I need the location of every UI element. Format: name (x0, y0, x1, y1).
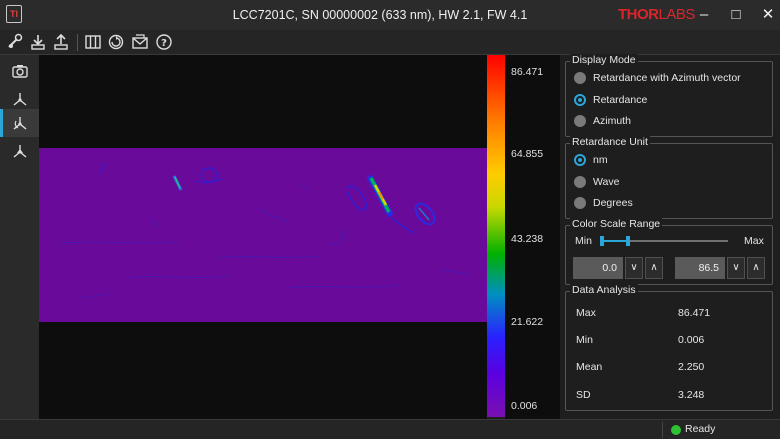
colorbar-label-25: 21.622 (511, 316, 544, 328)
app-icon: Tl (6, 5, 22, 23)
color-scale-labels: 86.471 64.855 43.238 21.622 0.006 (505, 55, 560, 419)
camera-view-button[interactable] (0, 57, 39, 85)
max-increment-button[interactable]: ∧ (747, 257, 765, 279)
axes-rotated-view-button[interactable] (0, 109, 39, 137)
maximize-button[interactable]: □ (720, 0, 752, 30)
radio-icon (574, 72, 586, 84)
window-title: LCC7201C, SN 00000002 (633 nm), HW 2.1, … (232, 8, 528, 22)
radio-retardance[interactable]: Retardance (574, 92, 647, 108)
display-mode-group: Display Mode Retardance with Azimuth vec… (565, 54, 773, 137)
title-bar: Tl LCC7201C, SN 00000002 (633 nm), HW 2.… (0, 0, 780, 30)
min-increment-button[interactable]: ∧ (645, 257, 663, 279)
radio-retardance-azimuth[interactable]: Retardance with Azimuth vector (574, 70, 741, 86)
refresh-icon[interactable] (107, 33, 125, 51)
retardance-image[interactable] (39, 148, 487, 322)
close-button[interactable]: ✕ (752, 0, 780, 30)
color-range-slider[interactable] (600, 236, 728, 246)
help-icon[interactable]: ? (155, 33, 173, 51)
slider-max-thumb[interactable] (626, 236, 630, 246)
radio-unit-nm[interactable]: nm (574, 152, 608, 168)
colorbar-label-75: 64.855 (511, 148, 544, 160)
radio-azimuth[interactable]: Azimuth (574, 113, 631, 129)
slider-min-label: Min (575, 235, 592, 247)
data-analysis-title: Data Analysis (570, 284, 638, 296)
colorbar-label-50: 43.238 (511, 233, 544, 245)
slider-range-fill (602, 240, 628, 242)
axes-icon (13, 93, 27, 106)
settings-icon[interactable] (6, 33, 24, 51)
data-analysis-group: Data Analysis Max 86.471 Min 0.006 Mean … (565, 284, 773, 411)
retardance-unit-group: Retardance Unit nm Wave Degrees (565, 136, 773, 219)
svg-text:?: ? (161, 38, 167, 49)
toolbar: ? (0, 30, 780, 55)
radio-icon (574, 176, 586, 188)
camera-icon (12, 65, 28, 78)
min-decrement-button[interactable]: ∨ (625, 257, 643, 279)
status-divider (662, 422, 663, 438)
view-sidebar (0, 55, 39, 419)
max-value-field[interactable]: 86.5 (675, 257, 725, 279)
toolbar-divider (77, 34, 78, 51)
slider-max-label: Max (744, 235, 764, 247)
display-mode-title: Display Mode (570, 54, 638, 66)
minimize-button[interactable]: – (688, 0, 720, 30)
radio-unit-degrees[interactable]: Degrees (574, 195, 633, 211)
radio-checked-icon (574, 154, 586, 166)
settings-panel: Display Mode Retardance with Azimuth vec… (560, 54, 780, 419)
export-icon[interactable] (52, 33, 70, 51)
colorbar-label-min: 0.006 (511, 400, 538, 412)
status-text: Ready (685, 423, 716, 435)
save-download-icon[interactable] (29, 33, 47, 51)
radio-checked-icon (574, 94, 586, 106)
status-indicator-icon (671, 425, 681, 435)
thorlabs-logo: THORLABS (618, 6, 695, 23)
radio-icon (574, 115, 586, 127)
slider-min-thumb[interactable] (600, 236, 604, 246)
radio-unit-wave[interactable]: Wave (574, 174, 619, 190)
retardance-unit-title: Retardance Unit (570, 136, 650, 148)
radio-icon (574, 197, 586, 209)
email-icon[interactable] (131, 33, 149, 51)
colorbar-label-max: 86.471 (511, 66, 544, 78)
grid-icon[interactable] (84, 33, 102, 51)
image-canvas[interactable] (39, 55, 487, 419)
min-value-field[interactable]: 0.0 (573, 257, 623, 279)
color-scale-bar (487, 55, 505, 417)
axes-3d-icon (13, 145, 27, 158)
retardance-image-features (58, 162, 470, 299)
axes-rotated-icon (13, 117, 27, 130)
color-scale-range-group: Color Scale Range Min Max 0.0 ∨ ∧ 86.5 ∨… (565, 218, 773, 285)
max-decrement-button[interactable]: ∨ (727, 257, 745, 279)
axes-3d-view-button[interactable] (0, 137, 39, 165)
color-scale-title: Color Scale Range (570, 218, 663, 230)
status-bar: Ready (0, 419, 780, 439)
